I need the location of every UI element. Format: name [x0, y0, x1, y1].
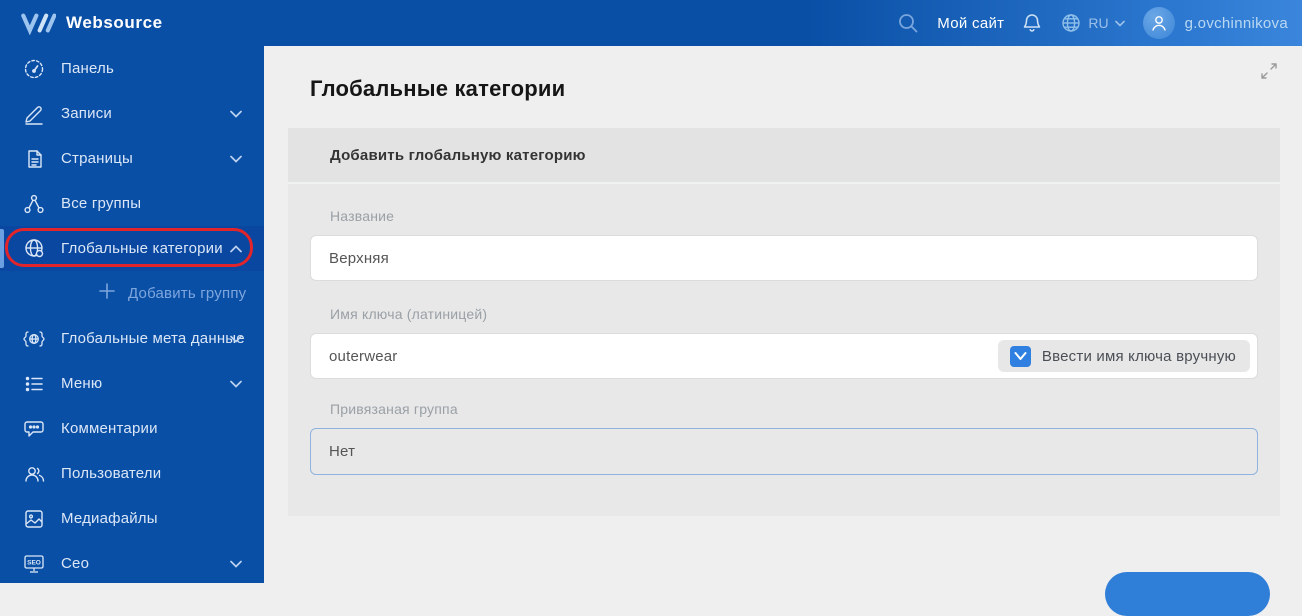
sidebar-item-media[interactable]: Медиафайлы: [0, 496, 264, 541]
pages-icon: [22, 148, 46, 170]
username-label: g.ovchinnikova: [1185, 15, 1288, 32]
sidebar-item-label: Меню: [61, 375, 102, 392]
users-icon: [22, 463, 46, 485]
websource-logo-icon: [20, 11, 56, 35]
page-title: Глобальные категории: [310, 76, 1278, 102]
card-header: Добавить глобальную категорию: [288, 128, 1280, 184]
sidebar-item-add-group[interactable]: Добавить группу: [0, 271, 264, 316]
chevron-down-icon: [230, 105, 242, 123]
sidebar-item-global-categories[interactable]: Глобальные категории: [0, 226, 264, 271]
name-field-label: Название: [310, 184, 1258, 224]
sidebar-item-comments[interactable]: Комментарии: [0, 406, 264, 451]
pencil-icon: [22, 103, 46, 125]
sidebar-item-dashboard[interactable]: Панель: [0, 46, 264, 91]
sidebar: Websource Панель Записи: [0, 0, 264, 583]
card-header-title: Добавить глобальную категорию: [330, 147, 586, 164]
sidebar-item-label: Медиафайлы: [61, 510, 158, 527]
sidebar-item-posts[interactable]: Записи: [0, 91, 264, 136]
chevron-down-icon: [230, 375, 242, 393]
sidebar-item-label: Все группы: [61, 195, 141, 212]
sidebar-item-label: Глобальные мета данные: [61, 330, 245, 347]
expand-button[interactable]: [1260, 62, 1278, 85]
my-site-link[interactable]: Мой сайт: [937, 15, 1004, 32]
plus-icon: [98, 282, 116, 305]
sidebar-item-seo[interactable]: SEO Сео: [0, 541, 264, 586]
meta-icon: [22, 328, 46, 350]
group-field-label: Привязаная группа: [310, 379, 1258, 417]
language-selector[interactable]: RU: [1060, 12, 1124, 34]
sidebar-item-label: Глобальные категории: [61, 240, 223, 257]
sidebar-item-label: Записи: [61, 105, 112, 122]
notifications-bell-icon[interactable]: [1022, 12, 1042, 34]
group-icon: [22, 193, 46, 215]
linked-group-select[interactable]: Нет: [310, 428, 1258, 475]
name-field: [310, 235, 1258, 281]
svg-text:SEO: SEO: [27, 559, 41, 566]
language-code: RU: [1088, 15, 1108, 31]
sidebar-menu: Панель Записи Страницы: [0, 46, 264, 586]
name-input[interactable]: [311, 236, 1257, 280]
avatar: [1143, 7, 1175, 39]
sidebar-item-label: Добавить группу: [128, 285, 246, 302]
checkbox-checked-icon[interactable]: [1010, 346, 1031, 367]
sidebar-item-all-groups[interactable]: Все группы: [0, 181, 264, 226]
sidebar-item-label: Сео: [61, 555, 89, 572]
comments-icon: [22, 418, 46, 440]
gauge-icon: [22, 58, 46, 80]
sidebar-item-label: Комментарии: [61, 420, 158, 437]
sidebar-item-users[interactable]: Пользователи: [0, 451, 264, 496]
chevron-up-icon: [230, 240, 242, 258]
manual-key-toggle[interactable]: Ввести имя ключа вручную: [998, 340, 1250, 372]
submit-button[interactable]: [1105, 572, 1270, 616]
active-indicator: [0, 229, 4, 268]
checkbox-label: Ввести имя ключа вручную: [1042, 348, 1236, 365]
sidebar-item-label: Пользователи: [61, 465, 161, 482]
chevron-down-icon: [230, 150, 242, 168]
card-body: Название Имя ключа (латиницей) Ввести им…: [288, 184, 1280, 516]
key-field-label: Имя ключа (латиницей): [310, 281, 1258, 322]
search-icon[interactable]: [897, 12, 919, 34]
expand-icon: [1260, 62, 1278, 80]
add-category-card: Добавить глобальную категорию Название И…: [288, 128, 1280, 516]
sidebar-item-pages[interactable]: Страницы: [0, 136, 264, 181]
globe-icon: [22, 237, 46, 260]
sidebar-item-label: Страницы: [61, 150, 133, 167]
menu-list-icon: [22, 373, 46, 395]
user-menu[interactable]: g.ovchinnikova: [1143, 7, 1288, 39]
sidebar-item-global-meta[interactable]: Глобальные мета данные: [0, 316, 264, 361]
globe-icon: [1060, 12, 1082, 34]
media-icon: [22, 508, 46, 530]
chevron-down-icon: [1115, 20, 1125, 27]
seo-icon: SEO: [22, 553, 46, 575]
sidebar-item-label: Панель: [61, 60, 114, 77]
chevron-down-icon: [230, 555, 242, 573]
chevron-down-icon: [230, 330, 242, 348]
sidebar-item-menu[interactable]: Меню: [0, 361, 264, 406]
brand-name: Websource: [66, 13, 163, 33]
brand-logo[interactable]: Websource: [0, 0, 264, 46]
key-field: Ввести имя ключа вручную: [310, 333, 1258, 379]
main-content: Глобальные категории Добавить глобальную…: [264, 46, 1302, 583]
linked-group-value: Нет: [329, 443, 355, 460]
